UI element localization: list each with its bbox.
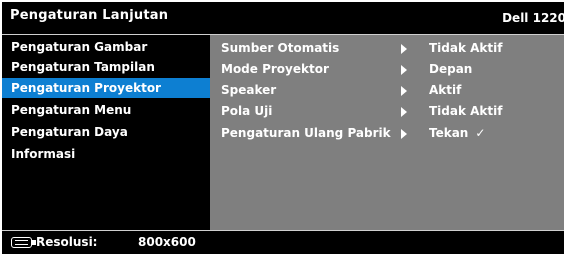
sidebar: Pengaturan Gambar Pengaturan Tampilan Pe… xyxy=(2,35,210,230)
setting-row-pengaturan-ulang-pabrik[interactable]: Pengaturan Ulang Pabrik Tekan ✓ xyxy=(210,123,564,143)
sidebar-item-pengaturan-tampilan[interactable]: Pengaturan Tampilan xyxy=(2,57,210,77)
arrow-right-icon xyxy=(401,107,407,117)
arrow-right-icon xyxy=(401,129,407,139)
osd-menu: Pengaturan Lanjutan Dell 1220 Pengaturan… xyxy=(2,2,564,254)
sidebar-item-pengaturan-daya[interactable]: Pengaturan Daya xyxy=(2,122,210,142)
setting-value-text: Tekan xyxy=(429,126,469,140)
sidebar-item-pengaturan-menu[interactable]: Pengaturan Menu xyxy=(2,100,210,120)
sidebar-item-pengaturan-gambar[interactable]: Pengaturan Gambar xyxy=(2,37,210,57)
setting-row-mode-proyektor[interactable]: Mode Proyektor Depan xyxy=(210,59,564,79)
setting-value: Tekan ✓ xyxy=(429,123,485,143)
setting-row-sumber-otomatis[interactable]: Sumber Otomatis Tidak Aktif xyxy=(210,38,564,58)
checkmark-icon: ✓ xyxy=(475,126,486,140)
model-name: Dell 1220 xyxy=(502,11,564,25)
setting-label: Sumber Otomatis xyxy=(221,41,340,55)
setting-label: Mode Proyektor xyxy=(221,62,329,76)
sidebar-item-pengaturan-proyektor[interactable]: Pengaturan Proyektor xyxy=(2,78,210,98)
display-icon xyxy=(11,237,36,248)
setting-value: Aktif xyxy=(429,83,462,97)
setting-row-pola-uji[interactable]: Pola Uji Tidak Aktif xyxy=(210,101,564,121)
setting-label: Pengaturan Ulang Pabrik xyxy=(221,126,391,140)
resolution-value: 800x600 xyxy=(138,235,196,249)
arrow-right-icon xyxy=(401,44,407,54)
setting-value: Depan xyxy=(429,62,473,76)
sidebar-item-informasi[interactable]: Informasi xyxy=(2,144,210,164)
setting-label: Speaker xyxy=(221,83,277,97)
arrow-right-icon xyxy=(401,65,407,75)
footer-bar: Resolusi: 800x600 xyxy=(2,231,564,254)
setting-row-speaker[interactable]: Speaker Aktif xyxy=(210,80,564,100)
resolution-label: Resolusi: xyxy=(36,235,98,249)
setting-value: Tidak Aktif xyxy=(429,104,503,118)
header-bar: Pengaturan Lanjutan Dell 1220 xyxy=(2,2,564,34)
menu-title: Pengaturan Lanjutan xyxy=(10,8,169,23)
settings-panel: Sumber Otomatis Tidak Aktif Mode Proyekt… xyxy=(210,35,564,230)
setting-value: Tidak Aktif xyxy=(429,41,503,55)
setting-label: Pola Uji xyxy=(221,104,273,118)
arrow-right-icon xyxy=(401,86,407,96)
